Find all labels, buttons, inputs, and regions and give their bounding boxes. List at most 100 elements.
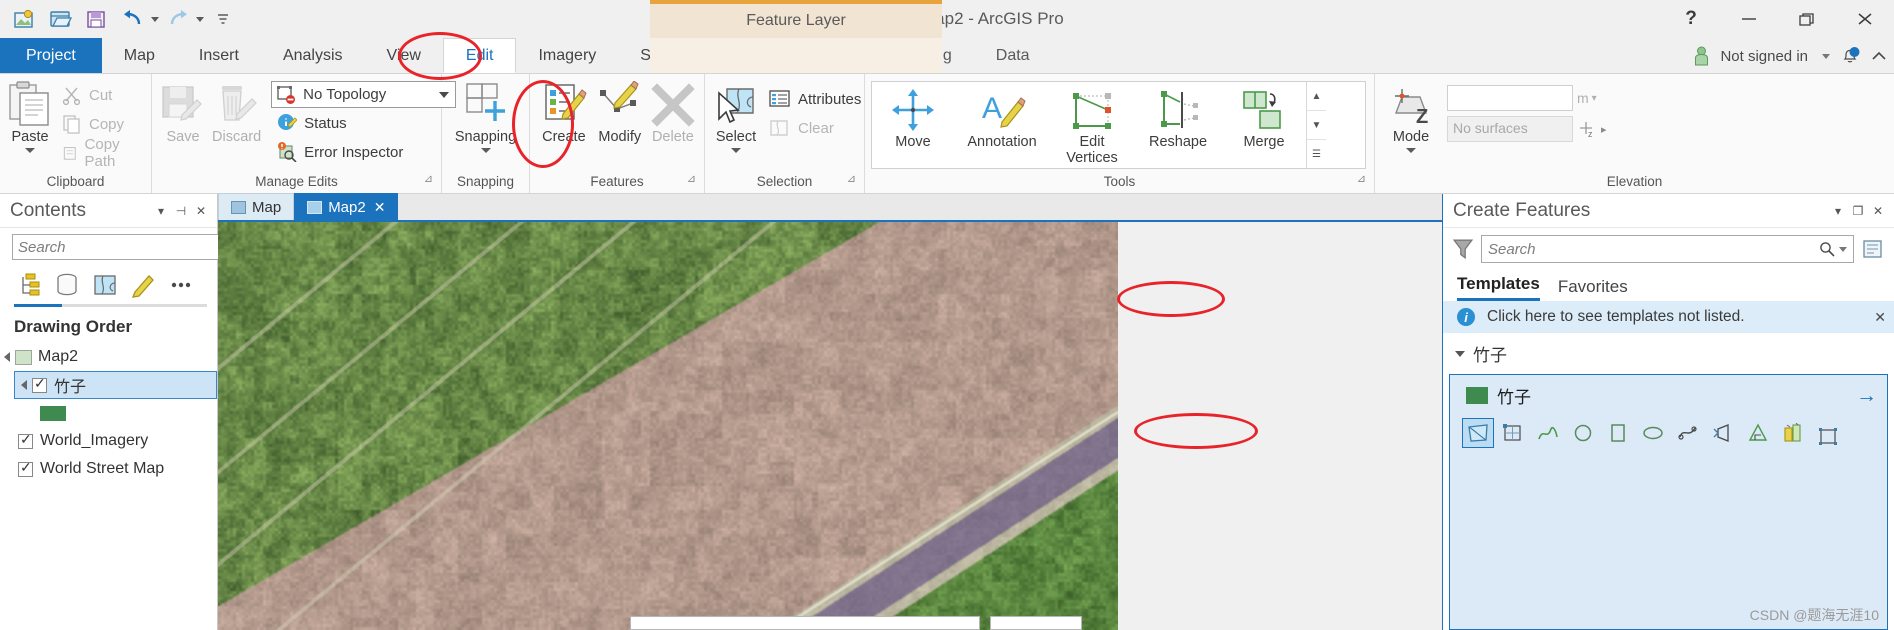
dialog-launcher-selection[interactable]: ⊿ <box>847 168 856 190</box>
construct-points-tool-icon[interactable] <box>1777 418 1809 448</box>
tab-imagery[interactable]: Imagery <box>516 38 618 73</box>
save-project-icon[interactable] <box>80 4 114 34</box>
elevation-z-icon[interactable]: z <box>1577 119 1597 139</box>
attributes-button[interactable]: Attributes <box>763 85 867 113</box>
open-project-icon[interactable] <box>44 4 78 34</box>
bell-icon[interactable] <box>1840 46 1860 66</box>
ellipse-tool-icon[interactable] <box>1637 418 1669 448</box>
polygon-tool-icon[interactable] <box>1462 418 1494 448</box>
copy-path-button[interactable]: Copy Path <box>56 136 145 170</box>
edit-vertices-tool-button[interactable]: Edit Vertices <box>1050 84 1134 167</box>
undo-button[interactable] <box>116 4 159 34</box>
gallery-scroll-up-icon[interactable]: ▲ <box>1307 82 1326 111</box>
dialog-launcher-features[interactable]: ⊿ <box>687 168 696 190</box>
list-by-drawing-order-icon[interactable] <box>14 270 44 300</box>
tab-insert[interactable]: Insert <box>177 38 261 73</box>
freehand-tool-icon[interactable] <box>1532 418 1564 448</box>
map-imagery[interactable] <box>218 222 1118 630</box>
redo-icon[interactable] <box>161 4 195 34</box>
redo-dropdown-caret[interactable] <box>196 16 204 22</box>
tab-data[interactable]: Data <box>974 38 1052 73</box>
elevation-unit[interactable]: m ▾ <box>1577 90 1597 106</box>
toc-row-world-imagery[interactable]: World_Imagery <box>0 427 217 455</box>
contents-search-input[interactable] <box>18 238 219 256</box>
modify-button[interactable]: Modify <box>594 79 646 145</box>
elevation-offset-input[interactable] <box>1447 85 1573 111</box>
gallery-expand-icon[interactable]: ☰ <box>1307 140 1326 168</box>
tab-view[interactable]: View <box>365 38 443 73</box>
paste-button[interactable]: Paste <box>6 79 54 154</box>
autocomplete-polygon-tool-icon[interactable] <box>1707 418 1739 448</box>
list-by-selection-icon[interactable] <box>90 270 120 300</box>
annotation-tool-button[interactable]: A Annotation <box>954 84 1050 150</box>
create-features-search-box[interactable] <box>1481 235 1854 263</box>
create-features-search-input[interactable] <box>1488 240 1819 258</box>
create-features-close-icon[interactable]: ✕ <box>1868 204 1888 218</box>
elevation-mode-button[interactable]: Z Mode <box>1381 79 1441 154</box>
chevron-up-icon[interactable] <box>1870 48 1888 64</box>
tab-edit[interactable]: Edit <box>442 38 517 73</box>
undo-icon[interactable] <box>116 4 150 34</box>
snapping-button[interactable]: Snapping <box>448 79 523 154</box>
merge-tool-button[interactable]: Merge <box>1222 84 1306 150</box>
new-project-icon[interactable] <box>8 4 42 34</box>
snapping-dropdown-caret[interactable] <box>480 148 491 154</box>
tools-gallery-scrollbar[interactable]: ▲ ▼ ☰ <box>1306 82 1326 168</box>
more-icon[interactable] <box>166 270 196 300</box>
manage-templates-icon[interactable] <box>1862 238 1886 260</box>
close-icon[interactable]: ✕ <box>1874 309 1886 326</box>
select-dropdown-caret[interactable] <box>731 148 741 154</box>
arrow-right-icon[interactable]: → <box>1856 384 1877 408</box>
create-features-menu-icon[interactable]: ▾ <box>1828 204 1848 218</box>
reshape-tool-button[interactable]: Reshape <box>1134 84 1222 150</box>
toc-row-world-street-map[interactable]: World Street Map <box>0 455 217 483</box>
contents-pane-menu-icon[interactable]: ▾ <box>151 204 171 218</box>
delete-button[interactable]: Delete <box>648 79 698 145</box>
elevation-surface-input[interactable]: No surfaces <box>1447 116 1573 142</box>
right-angle-tool-icon[interactable] <box>1742 418 1774 448</box>
help-button[interactable]: ? <box>1662 0 1720 38</box>
tab-map[interactable]: Map <box>102 38 177 73</box>
account-dropdown-caret[interactable] <box>1822 53 1830 59</box>
discard-edits-button[interactable]: Discard <box>210 79 263 145</box>
rectangle-tool-icon[interactable] <box>1602 418 1634 448</box>
close-icon[interactable]: ✕ <box>374 199 386 216</box>
move-tool-button[interactable]: Move <box>872 84 954 150</box>
account-label[interactable]: Not signed in <box>1720 48 1808 65</box>
elevation-more-icon[interactable]: ▸ <box>1601 123 1607 136</box>
contents-pane-pin-icon[interactable]: ⊣ <box>171 204 191 218</box>
select-button[interactable]: Select <box>711 79 761 154</box>
customize-qat-icon[interactable] <box>206 4 240 34</box>
layer-visibility-checkbox[interactable] <box>18 459 33 477</box>
clear-selection-button[interactable]: Clear <box>763 114 867 142</box>
tab-templates[interactable]: Templates <box>1457 274 1540 301</box>
list-by-editing-icon[interactable] <box>128 270 158 300</box>
template-group-header[interactable]: 竹子 <box>1443 333 1894 372</box>
gallery-scroll-down-icon[interactable]: ▼ <box>1307 111 1326 140</box>
create-button[interactable]: Create <box>536 79 592 145</box>
elevation-mode-caret[interactable] <box>1406 148 1416 154</box>
tab-analysis[interactable]: Analysis <box>261 38 365 73</box>
redo-button[interactable] <box>161 4 204 34</box>
expand-triangle-icon[interactable] <box>4 352 10 362</box>
paste-dropdown-caret[interactable] <box>25 148 35 154</box>
tab-project[interactable]: Project <box>0 38 102 73</box>
expand-triangle-icon[interactable] <box>21 380 27 390</box>
view-tab-map2[interactable]: Map2 ✕ <box>294 193 399 220</box>
tab-favorites[interactable]: Favorites <box>1558 277 1628 301</box>
minimize-button[interactable] <box>1720 0 1778 38</box>
toc-row-map2[interactable]: Map2 <box>0 343 217 371</box>
dialog-launcher-tools[interactable]: ⊿ <box>1357 168 1366 190</box>
contents-search-box[interactable] <box>12 234 241 260</box>
template-item[interactable]: 竹子 → <box>1450 381 1887 410</box>
rectangle-grid-tool-icon[interactable] <box>1497 418 1529 448</box>
cut-button[interactable]: Cut <box>56 81 145 109</box>
trace-tool-icon[interactable] <box>1672 418 1704 448</box>
create-features-search-caret[interactable] <box>1839 246 1847 252</box>
restore-button[interactable] <box>1778 0 1836 38</box>
undo-dropdown-caret[interactable] <box>151 16 159 22</box>
save-edits-button[interactable]: Save <box>158 79 208 145</box>
status-button[interactable]: Status <box>271 109 456 137</box>
layer-symbol-swatch[interactable] <box>40 405 66 421</box>
templates-info-bar[interactable]: i Click here to see templates not listed… <box>1443 301 1894 333</box>
